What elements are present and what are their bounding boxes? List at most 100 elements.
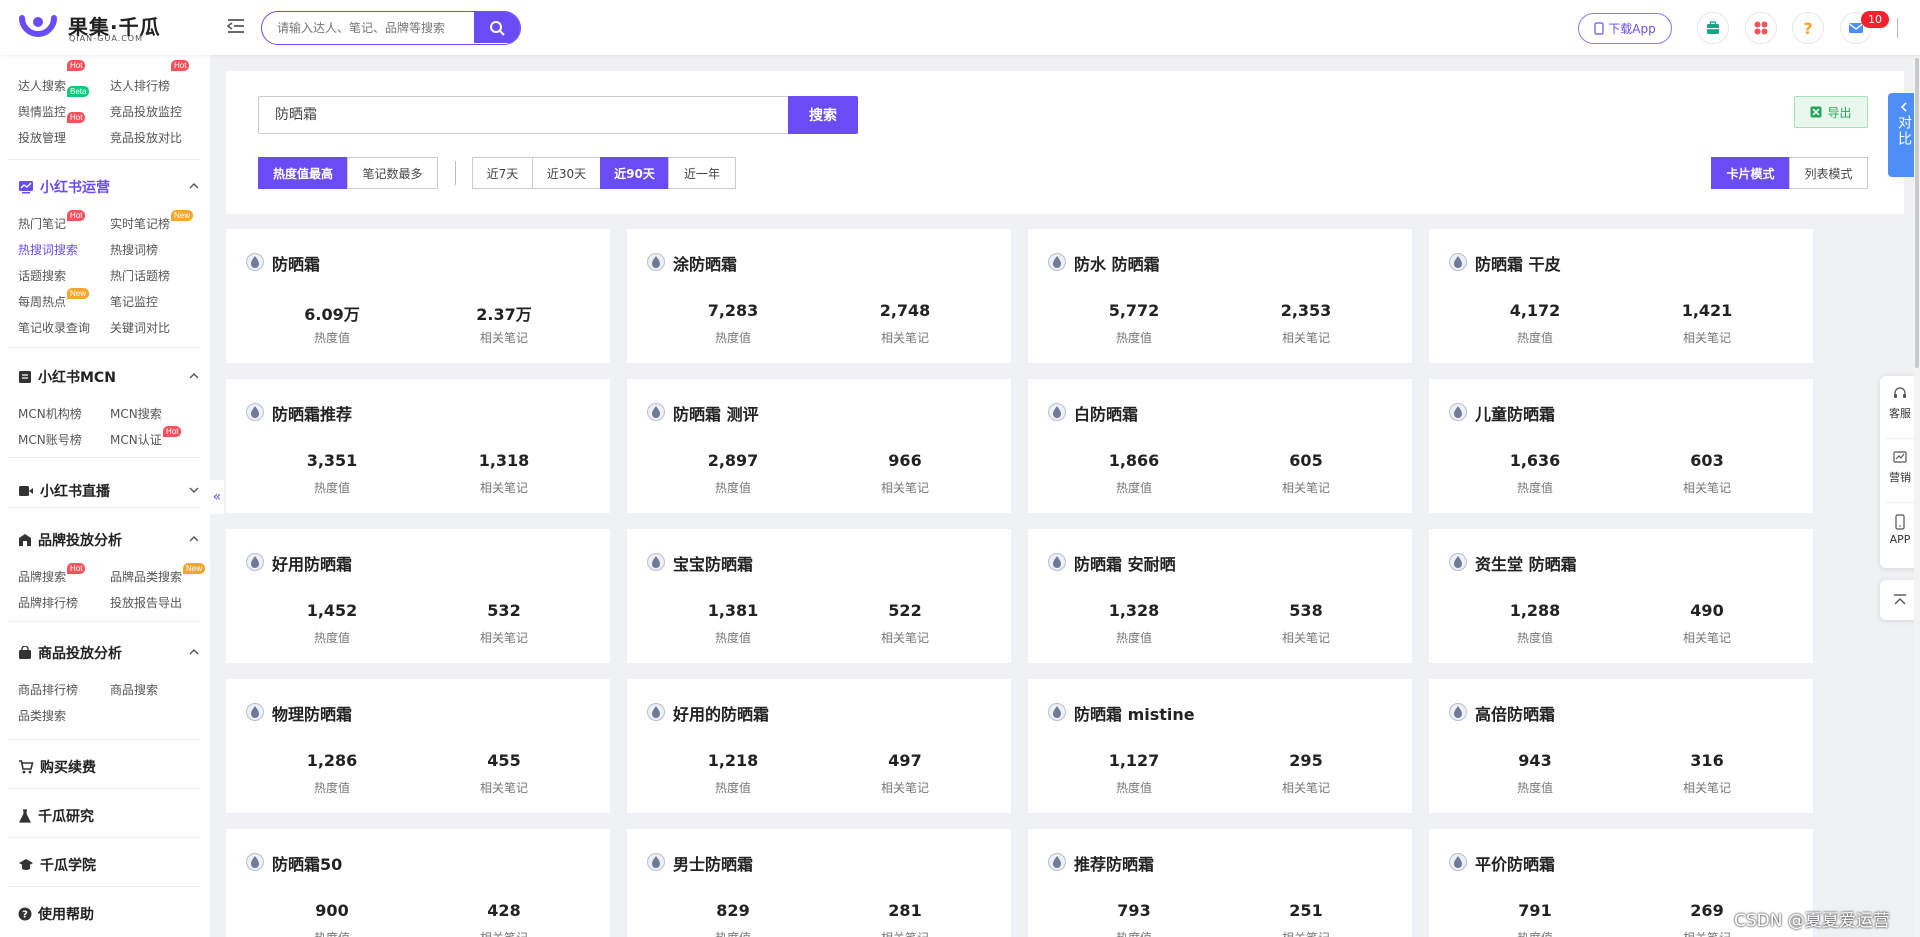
keyword-card[interactable]: 防晒霜推荐 3,351 热度值 1,318 相关笔记 — [226, 379, 610, 513]
sort-by-heat[interactable]: 热度值最高 — [258, 157, 348, 189]
sidebar-item-brand-ranking[interactable]: 品牌排行榜 — [18, 594, 78, 611]
section-header-product[interactable]: 商品投放分析 — [18, 643, 122, 663]
keyword-title[interactable]: 防晒霜50 — [272, 851, 342, 875]
keyword-card[interactable]: 防晒霜 测评 2,897 热度值 966 相关笔记 — [627, 379, 1011, 513]
global-search-button[interactable] — [474, 12, 520, 43]
keyword-title[interactable]: 白防晒霜 — [1074, 401, 1138, 425]
keyword-card[interactable]: 宝宝防晒霜 1,381 热度值 522 相关笔记 — [627, 529, 1011, 663]
keyword-title[interactable]: 防晒霜 干皮 — [1475, 251, 1561, 275]
keyword-card[interactable]: 资生堂 防晒霜 1,288 热度值 490 相关笔记 — [1429, 529, 1813, 663]
view-list-mode[interactable]: 列表模式 — [1789, 157, 1868, 189]
section-header-brand[interactable]: 品牌投放分析 — [18, 530, 122, 550]
export-button[interactable]: 导出 — [1794, 96, 1868, 128]
keyword-title[interactable]: 资生堂 防晒霜 — [1475, 551, 1577, 575]
keyword-title[interactable]: 高倍防晒霜 — [1475, 701, 1555, 725]
sidebar-item-mcn-account-ranking[interactable]: MCN账号榜 — [18, 431, 82, 448]
keyword-card[interactable]: 儿童防晒霜 1,636 热度值 603 相关笔记 — [1429, 379, 1813, 513]
sidebar-item-product-ranking[interactable]: 商品排行榜 — [18, 681, 78, 698]
keyword-title[interactable]: 平价防晒霜 — [1475, 851, 1555, 875]
section-header-mcn[interactable]: 小红书MCN — [18, 367, 116, 387]
sidebar-item-report-export[interactable]: 投放报告导出 — [110, 594, 182, 611]
keyword-title[interactable]: 物理防晒霜 — [272, 701, 352, 725]
sidebar-item-kol-search[interactable]: 达人搜索 — [18, 77, 66, 94]
sidebar-item-hot-search-ranking[interactable]: 热搜词榜 — [110, 241, 158, 258]
keyword-title[interactable]: 防晒霜 mistine — [1074, 701, 1195, 725]
keyword-title[interactable]: 防水 防晒霜 — [1074, 251, 1160, 275]
chevron-up-icon[interactable] — [188, 180, 200, 192]
range-1-year[interactable]: 近一年 — [668, 157, 736, 189]
keyword-title[interactable]: 好用防晒霜 — [272, 551, 352, 575]
sidebar-item-brand-search[interactable]: 品牌搜索 — [18, 568, 66, 585]
keyword-card[interactable]: 防晒霜 安耐晒 1,328 热度值 538 相关笔记 — [1028, 529, 1412, 663]
sidebar-item-category-search[interactable]: 品类搜索 — [18, 707, 66, 724]
help-button[interactable]: ? — [1792, 12, 1824, 44]
keyword-title[interactable]: 男士防晒霜 — [673, 851, 753, 875]
sidebar-item-mcn-ranking[interactable]: MCN机构榜 — [18, 405, 82, 422]
sidebar-item-competitor-compare[interactable]: 竞品投放对比 — [110, 129, 182, 146]
apps-button[interactable] — [1745, 12, 1777, 44]
scrollbar-thumb[interactable] — [1915, 58, 1919, 368]
sidebar-item-weekly-hot[interactable]: 每周热点 — [18, 293, 66, 310]
sidebar-item-campaign-mgmt[interactable]: 投放管理 — [18, 129, 66, 146]
sidebar-item-product-search[interactable]: 商品搜索 — [110, 681, 158, 698]
keyword-title[interactable]: 防晒霜 安耐晒 — [1074, 551, 1176, 575]
chevron-up-icon[interactable] — [188, 533, 200, 545]
sidebar-item-note-monitor[interactable]: 笔记监控 — [110, 293, 158, 310]
sidebar-item-kol-ranking[interactable]: 达人排行榜 — [110, 77, 170, 94]
range-30-days[interactable]: 近30天 — [532, 157, 601, 189]
chevron-up-icon[interactable] — [188, 370, 200, 382]
sidebar-item-sentiment[interactable]: 舆情监控 — [18, 103, 66, 120]
qiangua-logo[interactable] — [18, 12, 58, 44]
keyword-card[interactable]: 防晒霜 干皮 4,172 热度值 1,421 相关笔记 — [1429, 229, 1813, 363]
sidebar-item-hot-notes[interactable]: 热门笔记 — [18, 215, 66, 232]
view-card-mode[interactable]: 卡片模式 — [1711, 157, 1790, 189]
keyword-title[interactable]: 推荐防晒霜 — [1074, 851, 1154, 875]
chevron-down-icon[interactable] — [188, 484, 200, 496]
keyword-card[interactable]: 涂防晒霜 7,283 热度值 2,748 相关笔记 — [627, 229, 1011, 363]
keyword-card[interactable]: 白防晒霜 1,866 热度值 605 相关笔记 — [1028, 379, 1412, 513]
keyword-card[interactable]: 防晒霜50 900 热度值 428 相关笔记 — [226, 829, 610, 937]
keyword-card[interactable]: 好用的防晒霜 1,218 热度值 497 相关笔记 — [627, 679, 1011, 813]
sidebar-item-hot-topics[interactable]: 热门话题榜 — [110, 267, 170, 284]
keyword-title[interactable]: 防晒霜推荐 — [272, 401, 352, 425]
sidebar-item-competitor-monitor[interactable]: 竞品投放监控 — [110, 103, 182, 120]
keyword-search-button[interactable]: 搜索 — [788, 96, 858, 134]
keyword-card[interactable]: 好用防晒霜 1,452 热度值 532 相关笔记 — [226, 529, 610, 663]
keyword-title[interactable]: 儿童防晒霜 — [1475, 401, 1555, 425]
keyword-title[interactable]: 涂防晒霜 — [673, 251, 737, 275]
range-90-days[interactable]: 近90天 — [600, 157, 669, 189]
section-header-live[interactable]: 小红书直播 — [18, 481, 110, 501]
keyword-card[interactable]: 推荐防晒霜 793 热度值 251 相关笔记 — [1028, 829, 1412, 937]
chevron-up-icon[interactable] — [188, 646, 200, 658]
keyword-title[interactable]: 防晒霜 测评 — [673, 401, 759, 425]
sidebar-collapse-toggle[interactable]: « — [210, 480, 224, 514]
sidebar-item-hot-search[interactable]: 热搜词搜索 — [18, 241, 78, 258]
keyword-card[interactable]: 高倍防晒霜 943 热度值 316 相关笔记 — [1429, 679, 1813, 813]
global-search-input[interactable] — [262, 12, 474, 43]
keyword-card[interactable]: 防水 防晒霜 5,772 热度值 2,353 相关笔记 — [1028, 229, 1412, 363]
section-header-operations[interactable]: 小红书运营 — [18, 177, 110, 197]
keyword-card[interactable]: 防晒霜 6.09万 热度值 2.37万 相关笔记 — [226, 229, 610, 363]
keyword-title[interactable]: 宝宝防晒霜 — [673, 551, 753, 575]
keyword-card[interactable]: 男士防晒霜 829 热度值 281 相关笔记 — [627, 829, 1011, 937]
keyword-search-input[interactable]: 防晒霜 — [258, 96, 790, 134]
keyword-card[interactable]: 防晒霜 mistine 1,127 热度值 295 相关笔记 — [1028, 679, 1412, 813]
download-app-button[interactable]: 下载App — [1578, 13, 1672, 44]
sidebar-item-topic-search[interactable]: 话题搜索 — [18, 267, 66, 284]
keyword-card[interactable]: 物理防晒霜 1,286 热度值 455 相关笔记 — [226, 679, 610, 813]
sidebar-item-realtime-notes[interactable]: 实时笔记榜 — [110, 215, 170, 232]
keyword-title[interactable]: 好用的防晒霜 — [673, 701, 769, 725]
related-notes-value: 295 — [1289, 751, 1323, 770]
sidebar-item-mcn-search[interactable]: MCN搜索 — [110, 405, 162, 422]
sidebar-item-keyword-compare[interactable]: 关键词对比 — [110, 319, 170, 336]
sidebar-divider — [8, 621, 200, 622]
sidebar-item-note-index[interactable]: 笔记收录查询 — [18, 319, 90, 336]
briefcase-button[interactable] — [1697, 12, 1729, 44]
headset-icon — [1894, 387, 1906, 398]
sidebar-item-mcn-certification[interactable]: MCN认证 — [110, 431, 162, 448]
keyword-title[interactable]: 防晒霜 — [272, 251, 320, 275]
sort-by-notes[interactable]: 笔记数最多 — [347, 157, 438, 189]
sidebar-item-brand-category-search[interactable]: 品牌品类搜索 — [110, 568, 182, 585]
menu-collapse-icon[interactable] — [226, 16, 246, 36]
range-7-days[interactable]: 近7天 — [472, 157, 533, 189]
